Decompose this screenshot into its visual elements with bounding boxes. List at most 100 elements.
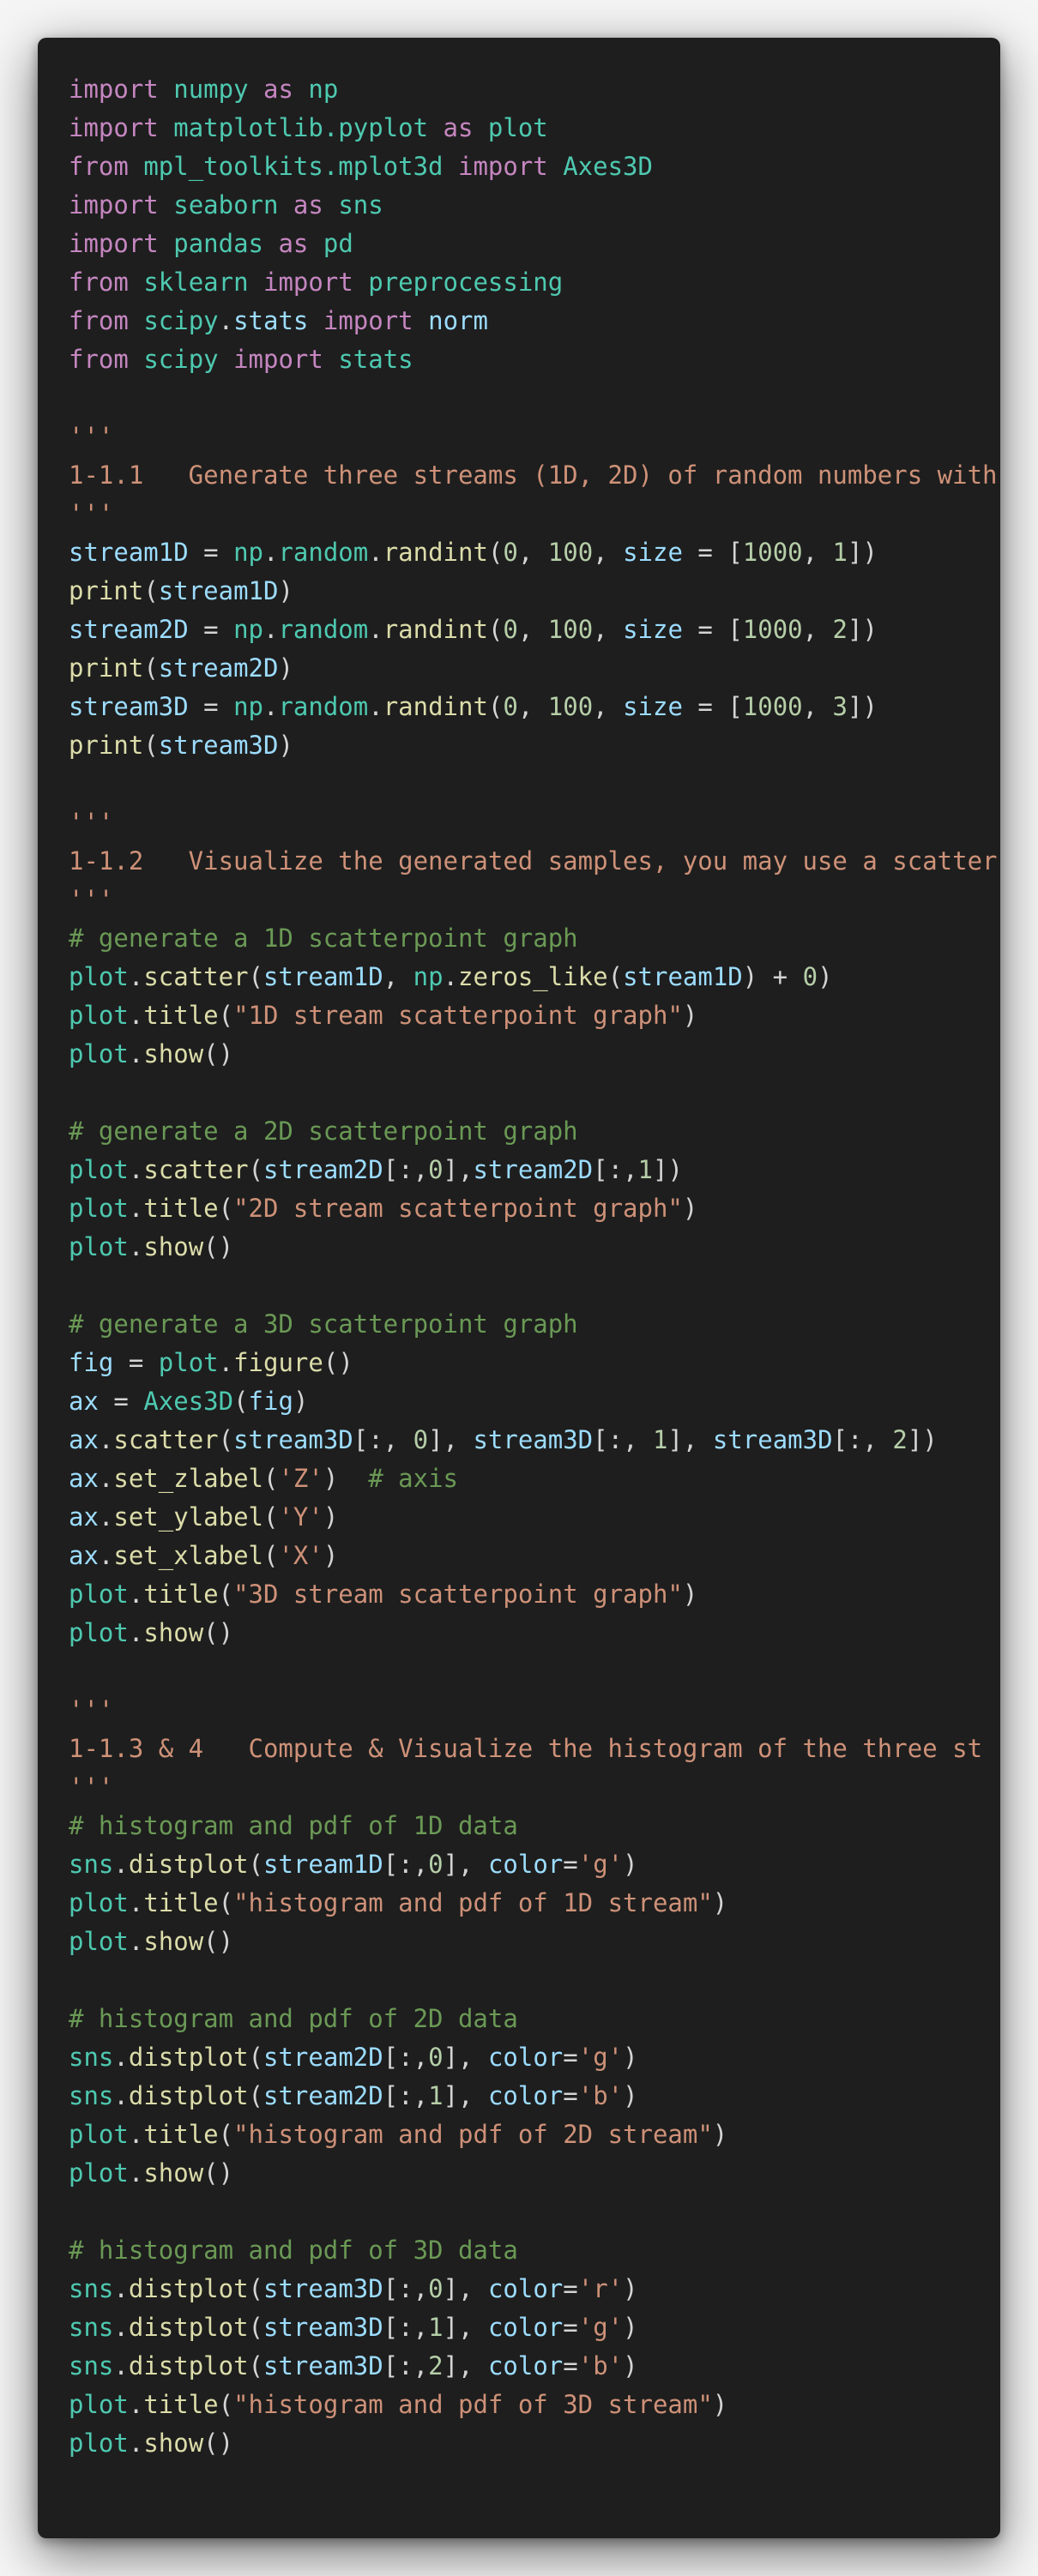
code-line: ''' [69, 881, 1000, 919]
code-token: , [802, 692, 833, 721]
code-line: # generate a 2D scatterpoint graph [69, 1112, 1000, 1151]
code-token: "3D stream scatterpoint graph" [233, 1580, 683, 1609]
code-line: plot.scatter(stream2D[:,0],stream2D[:,1]… [69, 1151, 1000, 1189]
code-line: fig = plot.figure() [69, 1344, 1000, 1382]
code-token: ) [712, 1888, 728, 1917]
code-token: sklearn [143, 268, 249, 297]
code-token: ''' [69, 1695, 114, 1724]
code-token: ], [443, 1850, 488, 1879]
code-token: import [69, 113, 159, 142]
code-token: randint [383, 692, 488, 721]
code-token: color [487, 2313, 564, 2342]
code-token: [:, [832, 1425, 893, 1454]
code-token: = [113, 1348, 159, 1377]
code-token: ], [443, 2313, 488, 2342]
code-token: . [113, 2274, 129, 2303]
code-token: Axes3D [143, 1387, 234, 1416]
code-token: 1 [428, 2313, 444, 2342]
code-token: stream2D [263, 2043, 383, 2072]
code-token: ) [278, 576, 293, 605]
code-token: stream1D [158, 576, 279, 605]
code-token: 1000 [742, 538, 803, 567]
code-token: 1 [832, 538, 848, 567]
code-token: plot [69, 1618, 129, 1647]
code-token: show [143, 1927, 204, 1956]
code-token: np [308, 75, 339, 104]
code-line: # generate a 1D scatterpoint graph [69, 919, 1000, 958]
code-token: import [69, 190, 159, 220]
code-token: 2 [428, 2351, 444, 2380]
code-token: . [368, 615, 383, 644]
code-token: ) [323, 1502, 339, 1532]
code-token: [:, [593, 1425, 653, 1454]
code-token: set_zlabel [113, 1464, 263, 1493]
code-token: 0 [428, 2043, 444, 2072]
code-token: 'r' [577, 2274, 624, 2303]
code-token: . [443, 962, 458, 991]
code-token: ax [69, 1464, 99, 1493]
code-token: matplotlib.pyplot [173, 113, 429, 142]
code-token: "1D stream scatterpoint graph" [233, 1001, 683, 1030]
code-token: ( [487, 615, 504, 644]
code-body[interactable]: import numpy as np import matplotlib.pypl… [69, 70, 1000, 2463]
code-token: scipy [143, 306, 219, 335]
code-token: preprocessing [368, 268, 564, 297]
code-token: 1-1.2 Visualize the generated samples, y… [69, 846, 998, 876]
code-token: 0 [413, 1425, 429, 1454]
code-token: plot [69, 2429, 129, 2458]
code-line: plot.title("2D stream scatterpoint graph… [69, 1189, 1000, 1228]
code-token: [:, [383, 2081, 429, 2110]
code-token: ''' [69, 885, 114, 914]
code-token: = [98, 1387, 144, 1416]
code-token: ( [218, 1425, 234, 1454]
code-token: color [487, 2043, 564, 2072]
code-token: sns [69, 2043, 114, 2072]
code-token: plot [69, 1888, 129, 1917]
code-token: ( [487, 538, 504, 567]
code-token: = [ [682, 692, 743, 721]
code-line: ax = Axes3D(fig) [69, 1382, 1000, 1421]
code-token: stream2D [473, 1155, 594, 1184]
code-token: 0 [503, 615, 518, 644]
code-token: . [263, 615, 279, 644]
code-token: plot [69, 1194, 129, 1223]
code-token: 0 [428, 1155, 444, 1184]
code-token: () [203, 1232, 234, 1261]
code-token: ) [623, 2043, 638, 2072]
code-token: 'Y' [278, 1502, 323, 1532]
code-line: # histogram and pdf of 3D data [69, 2231, 1000, 2270]
code-token: 0 [428, 2274, 444, 2303]
code-token: 'g' [577, 1850, 624, 1879]
code-line: plot.title("histogram and pdf of 3D stre… [69, 2386, 1000, 2424]
code-token: 0 [503, 692, 518, 721]
code-token: fig [69, 1348, 114, 1377]
code-line: from scipy import stats [69, 340, 1000, 379]
code-token: randint [383, 538, 488, 567]
code-line: ''' [69, 1768, 1000, 1807]
code-token: # histogram and pdf of 1D data [69, 1811, 518, 1840]
code-token: figure [233, 1348, 323, 1377]
code-token: ( [248, 2313, 264, 2342]
code-token: size [623, 615, 683, 644]
code-token: size [623, 538, 683, 567]
code-token: [:, [383, 2351, 429, 2380]
code-token: . [128, 2120, 144, 2149]
code-token: 'Z' [278, 1464, 323, 1493]
code-token: 1000 [742, 692, 803, 721]
code-token: 1 [637, 1155, 654, 1184]
code-token: ( [263, 1464, 279, 1493]
code-token: . [113, 2043, 129, 2072]
code-token: . [128, 1155, 144, 1184]
code-token: import [69, 229, 159, 258]
code-line: 1-1.2 Visualize the generated samples, y… [69, 842, 1000, 881]
code-line: plot.title("histogram and pdf of 2D stre… [69, 2116, 1000, 2154]
code-line: from mpl_toolkits.mplot3d import Axes3D [69, 147, 1000, 186]
code-token: size [623, 692, 683, 721]
